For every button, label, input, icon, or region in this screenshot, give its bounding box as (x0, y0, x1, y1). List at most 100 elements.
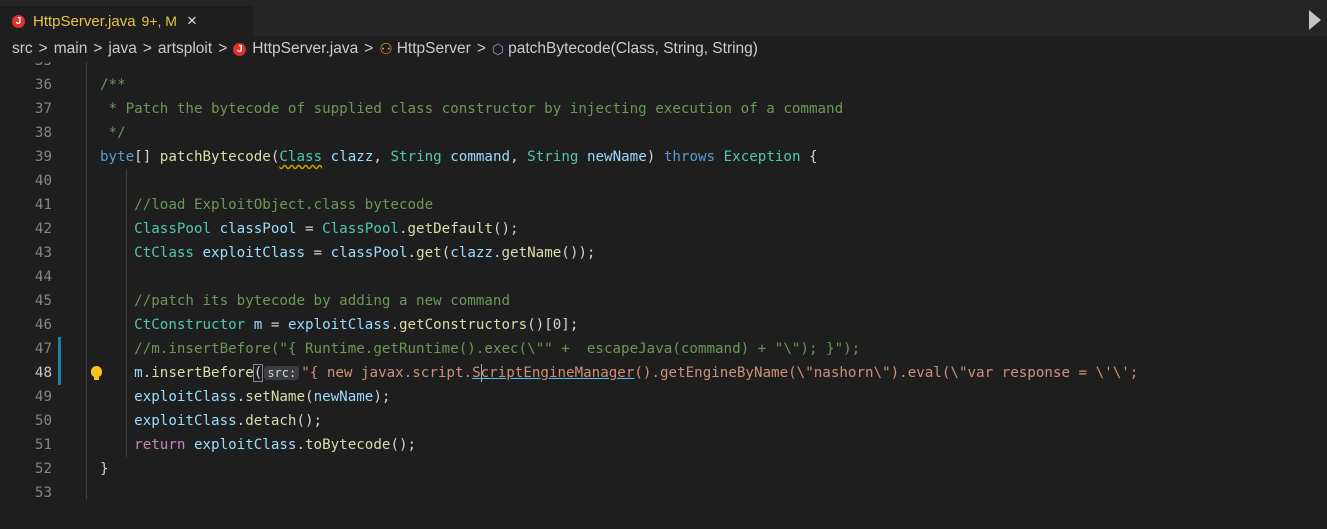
line-number: 47 (34, 341, 52, 357)
code-token: ClassPool (134, 221, 212, 237)
code-text: /** (100, 73, 126, 97)
code-token: String (390, 149, 442, 165)
breadcrumb-method-label: patchBytecode(Class, String, String) (508, 40, 758, 57)
code-line[interactable]: 47 //m.insertBefore("{ Runtime.getRuntim… (0, 337, 1327, 361)
code-token: getName (501, 245, 562, 261)
code-text: byte[] patchBytecode(Class clazz, String… (100, 145, 818, 169)
inlay-parameter-hint: src: (264, 366, 300, 380)
code-token: . (492, 245, 502, 261)
code-token: classPool (330, 245, 408, 261)
breadcrumb-file[interactable]: J HttpServer.java (233, 40, 358, 58)
class-symbol-icon: ⚇ (379, 41, 393, 58)
breadcrumb-java[interactable]: java (108, 40, 136, 58)
code-line[interactable]: 37 * Patch the bytecode of supplied clas… (0, 97, 1327, 121)
code-line[interactable]: 46 CtConstructor m = exploitClass.getCon… (0, 313, 1327, 337)
breadcrumb-main[interactable]: main (54, 40, 88, 58)
code-line[interactable]: 53 (0, 481, 1327, 499)
code-line[interactable]: 42 ClassPool classPool = ClassPool.getDe… (0, 217, 1327, 241)
code-token: . (398, 221, 408, 237)
code-token: //load ExploitObject.class bytecode (100, 197, 434, 213)
line-number: 49 (34, 389, 52, 405)
code-text: } (100, 457, 109, 481)
code-token: exploitClass (134, 389, 237, 405)
code-token: return (134, 437, 186, 453)
modified-lines-indicator[interactable] (58, 337, 61, 385)
code-line[interactable]: 44 (0, 265, 1327, 289)
code-line[interactable]: 51 return exploitClass.toBytecode(); (0, 433, 1327, 457)
breadcrumb-class[interactable]: ⚇ HttpServer (379, 40, 471, 58)
code-token: } (100, 461, 109, 477)
code-text: */ (100, 121, 126, 145)
code-token: getConstructors (398, 317, 528, 333)
code-token: (); (390, 437, 417, 453)
breadcrumb-src[interactable]: src (12, 40, 33, 58)
code-token: , (373, 149, 391, 165)
breadcrumb-separator: > (38, 40, 48, 57)
code-text: ClassPool classPool = ClassPool.getDefau… (100, 217, 519, 241)
code-token: Exception (723, 149, 801, 165)
code-token: [] (134, 149, 160, 165)
breadcrumb-artsploit[interactable]: artsploit (158, 40, 212, 58)
code-token: (); (492, 221, 519, 237)
code-line[interactable]: 49 exploitClass.setName(newName); (0, 385, 1327, 409)
code-line[interactable]: 40 (0, 169, 1327, 193)
line-number: 53 (34, 485, 52, 499)
breadcrumb-separator: > (93, 40, 103, 57)
tab-problems-badge: 9+, M (141, 13, 177, 29)
code-line[interactable]: 48 m.insertBefore(src: "{ new javax.scrip… (0, 361, 1327, 385)
code-line[interactable]: 50 exploitClass.detach(); (0, 409, 1327, 433)
code-token: ( (441, 245, 451, 261)
code-line[interactable]: 39 byte[] patchBytecode(Class clazz, Stri… (0, 145, 1327, 169)
lightbulb-icon[interactable] (91, 366, 102, 380)
code-token: ( (305, 389, 314, 405)
breadcrumb-method[interactable]: ⬡ patchBytecode(Class, String, String) (492, 40, 758, 58)
code-token: ( (252, 364, 264, 382)
code-token: insertBefore (151, 365, 254, 381)
code-token: clazz (330, 149, 374, 165)
line-number: 38 (34, 125, 52, 141)
code-line[interactable]: 45 //patch its bytecode by adding a new … (0, 289, 1327, 313)
tab-httpserver-java[interactable]: J HttpServer.java 9+, M × (0, 6, 253, 36)
code-token: CtConstructor (134, 317, 246, 333)
code-token: //patch its bytecode by adding a new com… (100, 293, 510, 309)
line-number: 39 (34, 149, 52, 165)
code-text: m.insertBefore(src: "{ new javax.script.S… (100, 361, 1138, 385)
method-symbol-icon: ⬡ (491, 40, 505, 57)
run-icon[interactable] (1309, 10, 1321, 30)
code-line[interactable]: 43 CtClass exploitClass = classPool.get(… (0, 241, 1327, 265)
code-editor[interactable]: 35 36 /** 37 * Patch the bytecode of suppli… (0, 62, 1327, 499)
code-token: ) (646, 149, 664, 165)
breadcrumb: src > main > java > artsploit > J HttpSe… (0, 36, 1327, 62)
java-file-icon: J (12, 14, 25, 28)
breadcrumb-separator: > (364, 40, 374, 57)
code-token: ()); (561, 245, 596, 261)
code-text: return exploitClass.toBytecode(); (100, 433, 416, 457)
code-token: CtClass (134, 245, 194, 261)
code-token: (); (296, 413, 323, 429)
line-number: 41 (34, 197, 52, 213)
code-token: exploitClass (193, 437, 297, 453)
code-token: ().getEngineByName(\"nashorn\").eval(\"v… (634, 365, 1139, 381)
breadcrumb-separator: > (142, 40, 152, 57)
line-number: 37 (34, 101, 52, 117)
code-text: exploitClass.setName(newName); (100, 385, 390, 409)
line-number: 46 (34, 317, 52, 333)
code-token: exploitClass (134, 413, 237, 429)
code-token: exploitClass (287, 317, 391, 333)
code-line[interactable]: 38 */ (0, 121, 1327, 145)
code-line[interactable]: 35 (0, 62, 1327, 73)
code-token: newName (313, 389, 374, 405)
code-line[interactable]: 52} (0, 457, 1327, 481)
close-icon[interactable]: × (187, 11, 197, 31)
code-token: detach (245, 413, 297, 429)
code-line[interactable]: 41 //load ExploitObject.class bytecode (0, 193, 1327, 217)
code-token: S (472, 365, 481, 381)
code-line[interactable]: 36 /** (0, 73, 1327, 97)
